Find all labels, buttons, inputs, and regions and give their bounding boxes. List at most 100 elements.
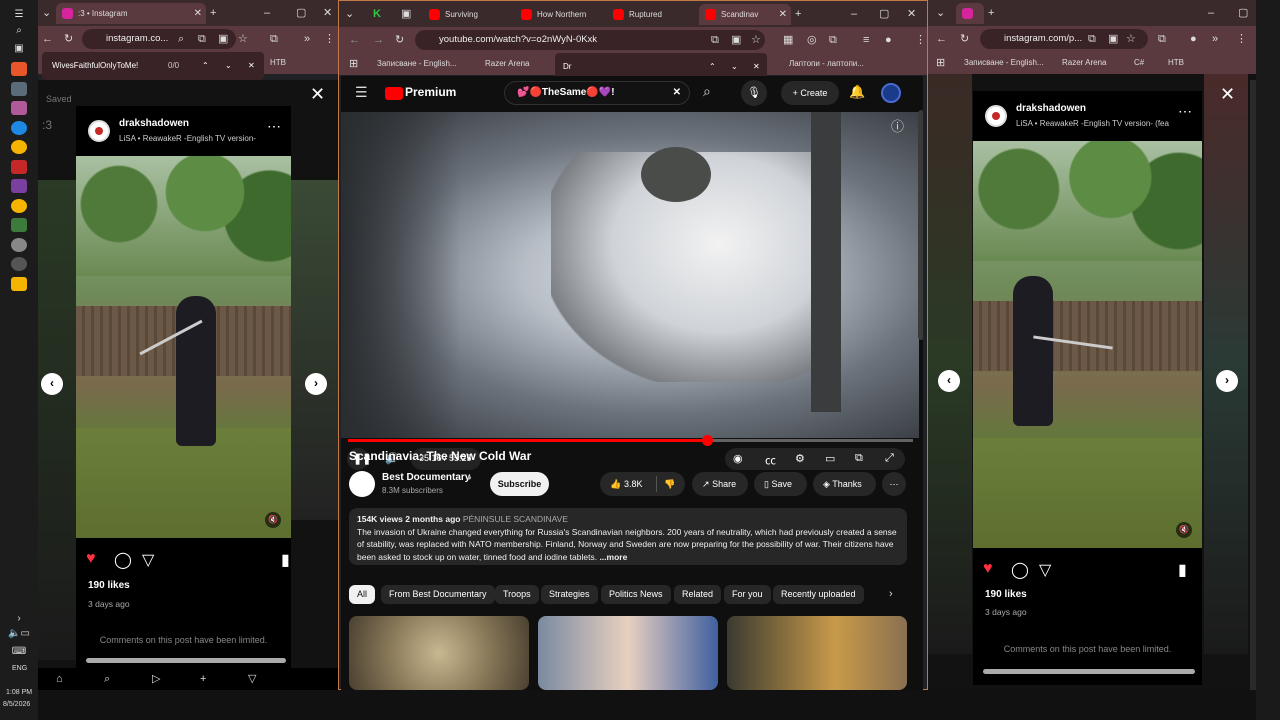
bookmark-2[interactable]: Razer Arena [1062, 52, 1106, 74]
menu-dots-icon[interactable]: ⋮ [1236, 32, 1247, 46]
share-icon[interactable]: ▽ [1039, 560, 1051, 580]
more-actions-button[interactable]: ⋯ [882, 472, 906, 496]
youtube-logo-icon[interactable] [385, 87, 403, 100]
bookmark-1[interactable]: Записване - English... [377, 53, 457, 75]
clear-search-icon[interactable]: ✕ [673, 82, 681, 104]
post-video[interactable]: 🔇 [973, 141, 1202, 548]
maximize-icon[interactable]: ▢ [1238, 6, 1248, 20]
close-window-icon[interactable]: ✕ [323, 6, 332, 20]
captions-icon[interactable]: ㏄ [765, 452, 776, 468]
settings-gear-icon[interactable]: ⚙ [795, 452, 805, 465]
firefox-icon[interactable] [11, 62, 27, 76]
home-icon[interactable]: ⌂ [56, 672, 63, 686]
post-username[interactable]: drakshadowen [1016, 103, 1086, 114]
onenote-icon[interactable] [11, 179, 27, 193]
search-input[interactable]: 💕🔴TheSame🔴💜! ✕ [504, 81, 690, 105]
tab-search-icon[interactable]: ⌄ [936, 6, 945, 20]
app-icon-2[interactable] [11, 218, 27, 232]
chrome-icon[interactable] [11, 140, 27, 154]
bookmark-star-icon[interactable]: ☆ [238, 32, 248, 46]
search-icon[interactable]: ⌕ [703, 84, 711, 98]
messages-icon[interactable]: ▽ [248, 672, 256, 686]
minimize-icon[interactable]: – [264, 6, 270, 20]
back-icon[interactable]: ← [349, 33, 360, 47]
comment-icon[interactable]: ◯ [114, 550, 132, 570]
tab-instagram[interactable]: :3 • Instagram ✕ [56, 3, 206, 24]
create-icon[interactable]: + [200, 672, 206, 686]
extension-icon[interactable]: ▣ [218, 32, 228, 46]
channel-name[interactable]: Best Documentary [382, 472, 470, 483]
kick-icon[interactable]: K [373, 7, 381, 21]
dislike-icon[interactable]: 👎 [664, 472, 675, 496]
photos-icon[interactable] [11, 101, 27, 115]
tab-ruptured[interactable]: Ruptured [607, 4, 697, 25]
fullscreen-icon[interactable]: ⤢ [885, 452, 894, 465]
bookmark-ntv[interactable]: НТВ [270, 52, 286, 74]
address-bar[interactable]: instagram.com/p... [980, 29, 1148, 49]
chrome-icon-2[interactable] [11, 199, 27, 213]
channel-avatar[interactable] [349, 471, 375, 497]
post-username[interactable]: drakshadowen [119, 118, 189, 129]
notifications-icon[interactable]: 🔔 [849, 85, 865, 99]
save-bookmark-icon[interactable]: ▮ [281, 550, 290, 570]
close-window-icon[interactable]: ✕ [907, 7, 916, 21]
likes-count[interactable]: 190 likes [985, 589, 1027, 600]
close-modal-icon[interactable]: ✕ [1220, 84, 1235, 105]
cast-icon[interactable]: ⧉ [855, 452, 863, 465]
like-icon[interactable]: 👍 [610, 472, 621, 496]
create-button[interactable]: + Create [781, 81, 839, 105]
page-scrollbar[interactable] [918, 110, 923, 340]
tab-surviving[interactable]: Surviving [423, 4, 507, 25]
chip-strategies[interactable]: Strategies [541, 585, 598, 604]
mute-icon[interactable]: 🔇 [265, 512, 281, 528]
opera-icon[interactable] [11, 160, 27, 174]
save-button[interactable]: ▯ Save [754, 472, 807, 496]
bookmark-star-icon[interactable]: ☆ [1126, 32, 1136, 46]
volume-network-icon[interactable]: 🔈▭ [7, 627, 31, 641]
settings-icon[interactable] [11, 238, 27, 252]
video-player[interactable]: ⓘ ❚❚ 🔊 35:16 / 55:25 ◉ ㏄ ⚙ ▭ ⧉ ⤢ [341, 112, 919, 470]
hamburger-menu-icon[interactable]: ☰ [355, 85, 368, 99]
cast-icon[interactable]: ⧉ [1088, 32, 1096, 46]
more-options-icon[interactable]: ⋯ [1178, 103, 1192, 120]
find-input[interactable]: WivesFaithfulOnlyToMe! [52, 52, 138, 80]
extensions-icon[interactable]: ⧉ [1158, 32, 1166, 46]
chip-troops[interactable]: Troops [495, 585, 539, 604]
horizontal-scrollbar[interactable] [86, 658, 286, 663]
extension-icon[interactable]: ▣ [1108, 32, 1118, 46]
chips-next-icon[interactable]: › [889, 587, 893, 601]
apps-icon[interactable]: ⊞ [349, 57, 358, 71]
cast-icon[interactable]: ⧉ [198, 32, 206, 46]
likes-count[interactable]: 190 likes [88, 580, 130, 591]
tab-search-icon[interactable]: ⌄ [42, 6, 51, 20]
recommended-thumbnail-1[interactable] [349, 616, 529, 690]
extensions-icon[interactable]: ⧉ [270, 32, 278, 46]
new-tab-icon[interactable]: + [210, 6, 216, 20]
reels-icon[interactable]: ▷ [152, 672, 160, 686]
find-next-icon[interactable]: ⌄ [225, 52, 232, 80]
minimize-icon[interactable]: – [1208, 6, 1214, 20]
progress-scrubber[interactable] [702, 435, 714, 446]
share-icon[interactable]: ▽ [142, 550, 154, 570]
back-icon[interactable]: ← [936, 32, 947, 46]
like-icon[interactable]: ♥ [983, 560, 993, 578]
like-count[interactable]: 3.8K [624, 472, 643, 496]
close-tab-icon[interactable]: ✕ [194, 3, 202, 24]
bookmark-1[interactable]: Записване - English... [964, 52, 1044, 74]
find-close-icon[interactable]: ✕ [248, 52, 255, 80]
cast-icon[interactable]: ⧉ [711, 33, 719, 47]
edge-icon[interactable] [11, 121, 27, 135]
bookmark-3[interactable]: Лаптопи - лаптопи... [789, 53, 864, 75]
task-view-icon[interactable]: ▣ [11, 42, 27, 56]
prev-post-button[interactable]: ‹ [41, 373, 63, 395]
bookmark-4[interactable]: НТВ [1168, 52, 1184, 74]
forward-icon[interactable]: → [373, 33, 384, 47]
chip-for-you[interactable]: For you [724, 585, 771, 604]
extension-440-icon[interactable]: ▦ [783, 33, 793, 47]
miniplayer-icon[interactable]: ▭ [825, 452, 835, 465]
menu-dots-icon[interactable]: ⋮ [324, 32, 335, 46]
youtube-logo-text[interactable]: Premium [405, 85, 456, 99]
maximize-icon[interactable]: ▢ [879, 7, 889, 21]
bookmark-2[interactable]: Razer Arena [485, 53, 529, 75]
avatar[interactable] [88, 120, 110, 142]
